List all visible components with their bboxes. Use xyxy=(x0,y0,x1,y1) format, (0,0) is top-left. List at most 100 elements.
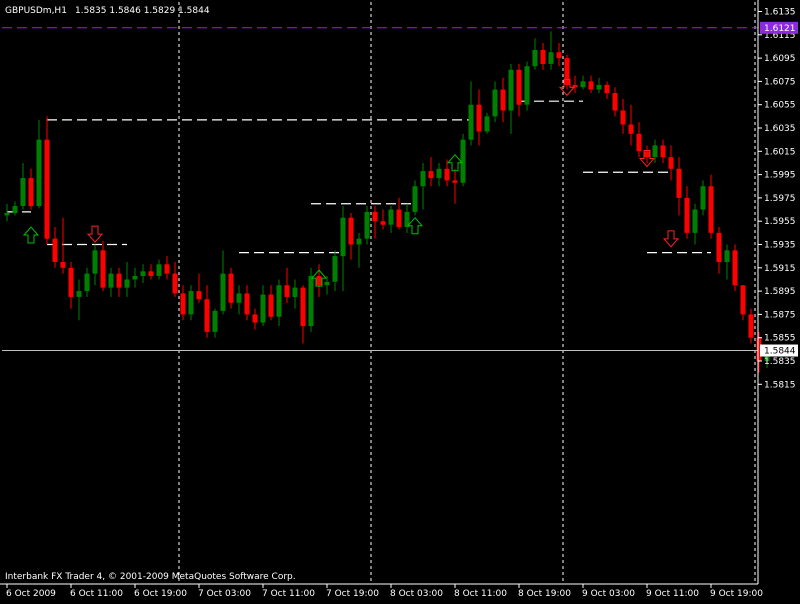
y-tick-label: 1.6055 xyxy=(764,101,796,111)
candle-body xyxy=(316,275,322,286)
candle-body xyxy=(708,186,714,233)
candle-body xyxy=(212,310,218,332)
x-tick-label: 7 Oct 11:00 xyxy=(262,589,315,599)
candle-body xyxy=(620,110,626,125)
x-tick-label: 6 Oct 19:00 xyxy=(134,589,187,599)
ohlc-label: 1.5835 1.5846 1.5829 1.5844 xyxy=(75,6,210,16)
candle-body xyxy=(612,93,618,111)
candle-body xyxy=(68,267,74,297)
candle-body xyxy=(124,279,130,288)
candle-body xyxy=(284,285,290,297)
candle-body xyxy=(396,209,402,228)
candle-body xyxy=(92,250,98,274)
y-tick-label: 1.5815 xyxy=(764,380,796,390)
candle-body xyxy=(484,116,490,132)
y-tick-label: 1.5835 xyxy=(764,357,796,367)
candle-body xyxy=(20,178,26,207)
candle-body xyxy=(220,273,226,311)
candle-body xyxy=(276,285,282,317)
candle-body xyxy=(196,291,202,300)
candle-body xyxy=(564,58,570,85)
candle-body xyxy=(660,145,666,158)
y-tick-label: 1.5975 xyxy=(764,194,796,204)
x-tick-label: 7 Oct 19:00 xyxy=(326,589,379,599)
candle-body xyxy=(556,52,562,59)
candle-body xyxy=(348,217,354,245)
candle-body xyxy=(524,66,530,105)
candle-body xyxy=(364,211,370,239)
x-tick-label: 7 Oct 03:00 xyxy=(198,589,251,599)
candle-body xyxy=(148,271,154,276)
candle-body xyxy=(36,139,42,207)
candle-body xyxy=(596,84,602,90)
candle-body xyxy=(468,104,474,140)
candle-body xyxy=(300,287,306,327)
candle-body xyxy=(700,186,706,210)
y-tick-label: 1.5875 xyxy=(764,310,796,320)
candle-body xyxy=(588,81,594,90)
candle-body xyxy=(644,151,650,158)
y-tick-label: 1.6075 xyxy=(764,77,796,87)
x-tick-label: 6 Oct 11:00 xyxy=(70,589,123,599)
candle-body xyxy=(572,84,578,88)
candle-body xyxy=(188,291,194,315)
candle-body xyxy=(172,273,178,294)
y-tick-label: 1.5915 xyxy=(764,264,796,274)
copyright-label: Interbank FX Trader 4, © 2001-2009 MetaQ… xyxy=(5,572,296,582)
candle-body xyxy=(604,84,610,94)
candle-body xyxy=(308,275,314,327)
candle-body xyxy=(516,69,522,105)
candle-body xyxy=(500,89,506,111)
candle-body xyxy=(132,275,138,280)
candle-body xyxy=(324,281,330,286)
candle-body xyxy=(164,264,170,274)
candle-body xyxy=(636,133,642,152)
candle-body xyxy=(476,104,482,132)
candle-body xyxy=(268,294,274,317)
candle-body xyxy=(180,293,186,315)
candle-body xyxy=(28,178,34,207)
y-tick-label: 1.5935 xyxy=(764,241,796,251)
candle-body xyxy=(116,273,122,288)
candle-body xyxy=(452,180,458,183)
symbol-label: GBPUSDm,H1 xyxy=(5,6,67,16)
candle-body xyxy=(260,294,266,323)
candle-body xyxy=(684,197,690,233)
x-tick-label: 6 Oct 2009 xyxy=(6,589,56,599)
candle-body xyxy=(668,157,674,169)
candle-body xyxy=(716,232,722,262)
y-tick-label: 1.5995 xyxy=(764,171,796,181)
candle-body xyxy=(108,273,114,288)
y-tick-label: 1.5895 xyxy=(764,287,796,297)
candle-body xyxy=(372,211,378,222)
y-tick-label: 1.6095 xyxy=(764,54,796,64)
bid-price-tag: 1.5844 xyxy=(764,347,796,357)
candle-body xyxy=(444,168,450,181)
x-tick-label: 8 Oct 03:00 xyxy=(390,589,443,599)
candle-body xyxy=(340,217,346,257)
y-tick-label: 1.5955 xyxy=(764,217,796,227)
candle-body xyxy=(548,52,554,64)
candle-body xyxy=(4,213,10,216)
candle xyxy=(732,244,738,292)
candle-body xyxy=(100,250,106,288)
candle xyxy=(564,54,570,90)
candle xyxy=(460,133,466,187)
candle-body xyxy=(492,89,498,117)
candle-body xyxy=(292,287,298,297)
candle-body xyxy=(388,209,394,225)
candlestick-chart[interactable]: 1.61351.61151.60951.60751.60551.60351.60… xyxy=(0,0,800,600)
candle-body xyxy=(412,186,418,212)
candle-body xyxy=(84,273,90,292)
x-tick-label: 9 Oct 19:00 xyxy=(710,589,763,599)
x-tick-label: 9 Oct 11:00 xyxy=(646,589,699,599)
candle-body xyxy=(428,171,434,179)
y-tick-label: 1.6135 xyxy=(764,8,796,18)
candle-body xyxy=(676,168,682,198)
chart-background xyxy=(0,0,800,600)
candle-body xyxy=(580,81,586,88)
y-tick-label: 1.6035 xyxy=(764,124,796,134)
candle-body xyxy=(44,139,50,239)
chart-window[interactable]: 1.6135 1.6115 1.6095 1.6075 1.6055 1.6035 1.60… xyxy=(0,0,800,600)
candle-body xyxy=(140,271,146,276)
